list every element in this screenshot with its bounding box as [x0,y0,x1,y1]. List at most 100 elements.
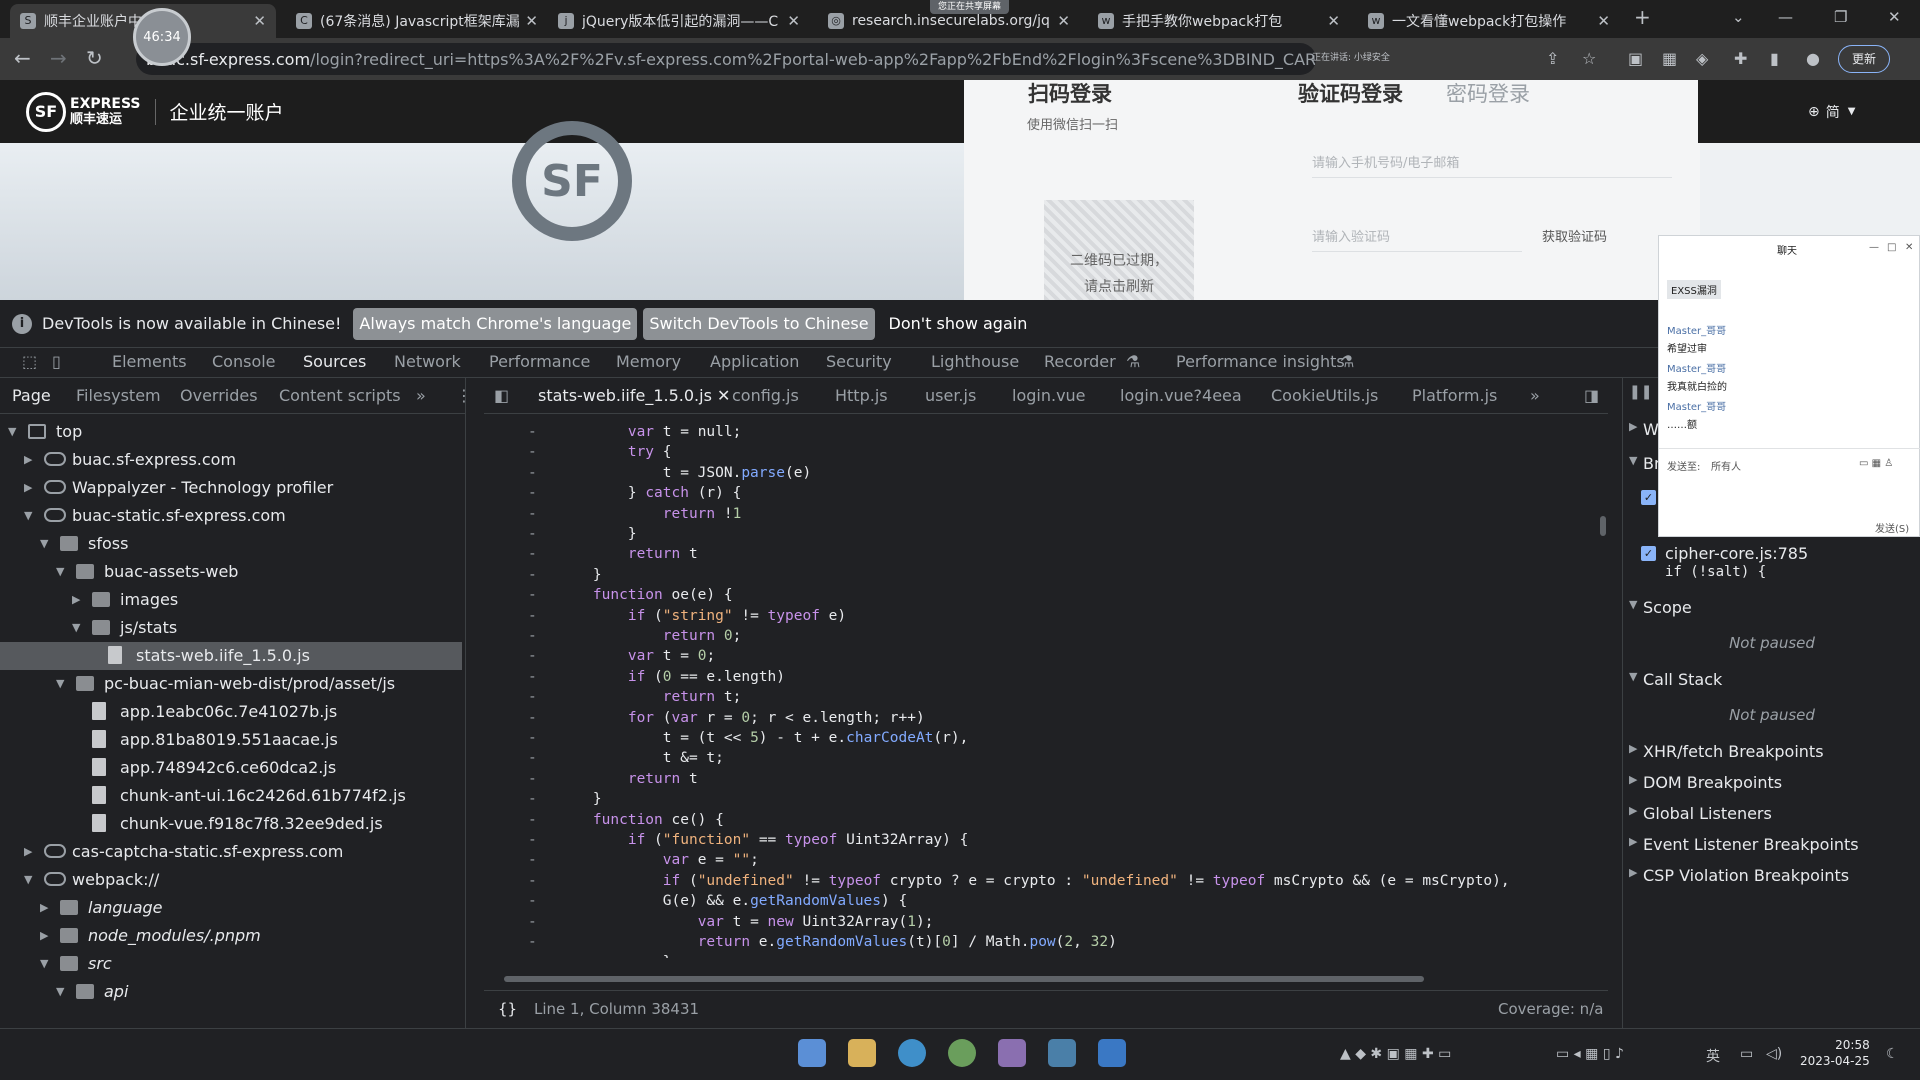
system-clock[interactable]: 20:58 2023-04-25 [1800,1037,1870,1069]
breakpoint-checkbox[interactable]: ✓ [1641,490,1656,505]
close-tab-icon[interactable]: ✕ [787,12,800,30]
restore-icon[interactable]: ❐ [1834,8,1847,26]
tab-recorder[interactable]: Recorder [1044,352,1116,371]
tab-lighthouse[interactable]: Lighthouse [931,352,1019,371]
coverage-gutter-marker[interactable]: - [528,687,537,707]
tree-folder-item[interactable]: ▼ js/stats [0,614,462,642]
app-icon[interactable] [998,1039,1026,1067]
editor-tab-cookieutils[interactable]: CookieUtils.js [1271,386,1378,405]
language-switch[interactable]: ⊕ 简 ▼ [1698,80,1920,143]
toggle-navigator-icon[interactable]: ◧ [494,386,509,405]
notification-icon[interactable]: ☾ [1886,1046,1899,1062]
pretty-print-button[interactable]: {} [498,1000,517,1018]
editor-tab-user[interactable]: user.js [925,386,976,405]
tab-performance[interactable]: Performance [489,352,590,371]
coverage-gutter-marker[interactable]: - [528,483,537,503]
scrollbar-thumb[interactable] [504,976,1424,982]
extension-icon[interactable]: ◈ [1696,49,1708,68]
close-window-icon[interactable]: ✕ [1888,8,1901,26]
tree-folder-item[interactable]: ▼ webpack:// [0,866,462,894]
chevron-right-icon[interactable]: ▶ [24,838,36,866]
extension-icon[interactable]: ▣ [1628,49,1643,68]
new-tab-button[interactable]: + [1634,5,1651,29]
sf-logo[interactable]: SF [26,91,66,132]
chevron-down-icon[interactable]: ▼ [24,502,36,530]
tab-jquery[interactable]: j jQuery版本低引起的漏洞——C ✕ [548,4,810,38]
more-tabs-icon[interactable]: » [1530,386,1540,405]
editor-tab-http[interactable]: Http.js [835,386,888,405]
coverage-gutter-marker[interactable]: - [528,891,537,911]
bookmark-star-icon[interactable]: ☆ [1582,49,1596,68]
coverage-gutter-marker[interactable]: - [528,769,537,789]
chat-tools-icon[interactable]: ▭ ▦ ♙ [1859,458,1893,469]
phone-input[interactable]: 请输入手机号码/电子邮箱 [1312,152,1672,178]
tree-folder-item[interactable]: ▶ Wappalyzer - Technology profiler [0,474,462,502]
tree-folder-item[interactable]: ▶ buac.sf-express.com [0,446,462,474]
tab-code-login[interactable]: 验证码登录 [1298,80,1403,108]
switch-to-chinese-button[interactable]: Switch DevTools to Chinese [643,307,875,340]
tree-file-item[interactable]: stats-web.iife_1.5.0.js [0,642,462,670]
share-icon[interactable]: ⇪ [1546,49,1559,68]
network-icon[interactable]: ▭ [1740,1046,1753,1062]
address-bar[interactable]: buac.sf-express.com/login?redirect_uri=h… [136,43,1316,75]
maximize-icon[interactable]: □ [1887,242,1896,253]
editor-tab-stats-web[interactable]: stats-web.iife_1.5.0.js ✕ [538,386,730,405]
reload-icon[interactable]: ↻ [86,46,103,70]
tab-application[interactable]: Application [710,352,799,371]
coverage-gutter-marker[interactable]: - [528,585,537,605]
scrollbar-thumb[interactable] [1600,516,1606,536]
editor-tab-config[interactable]: config.js [732,386,799,405]
chevron-right-icon[interactable]: ▶ [24,474,36,502]
tree-file-item[interactable]: chunk-ant-ui.16c2426d.61b774f2.js [0,782,462,810]
more-tabs-icon[interactable]: » [416,386,426,405]
coverage-gutter-marker[interactable]: - [528,422,537,442]
close-tab-icon[interactable]: ✕ [1597,12,1610,30]
app-icon[interactable] [1048,1039,1076,1067]
send-button[interactable]: 发送(S) [1875,520,1909,535]
tree-folder-item[interactable]: ▼ sfoss [0,530,462,558]
ime-indicator[interactable]: 英 [1706,1046,1720,1066]
tree-folder-item[interactable]: ▼ buac-assets-web [0,558,462,586]
tree-folder-item[interactable]: ▼ buac-static.sf-express.com [0,502,462,530]
coverage-gutter-marker[interactable]: - [528,667,537,687]
extension-icon[interactable]: ▦ [1662,49,1677,68]
tree-folder-item[interactable]: ▼ api [0,978,462,1006]
editor-tab-platform[interactable]: Platform.js [1412,386,1497,405]
nav-tab-content-scripts[interactable]: Content scripts [279,386,401,405]
tree-folder-item[interactable]: ▶ node_modules/.pnpm [0,922,462,950]
coverage-gutter-marker[interactable]: - [528,544,537,564]
coverage-gutter-marker[interactable]: - [528,810,537,830]
update-button[interactable]: 更新 [1838,45,1890,73]
get-code-button[interactable]: 获取验证码 [1542,226,1607,245]
close-tab-icon[interactable]: ✕ [253,12,266,30]
chevron-right-icon[interactable]: ▶ [24,446,36,474]
nav-tab-page[interactable]: Page [12,386,51,405]
tree-folder-item[interactable]: ▶ images [0,586,462,614]
edge-icon[interactable] [898,1039,926,1067]
tab-search-icon[interactable]: ⌄ [1732,8,1745,26]
tray-icon[interactable]: ▭ ◂ ▦ ▯ ♪ [1556,1046,1624,1062]
chevron-down-icon[interactable]: ▼ [8,418,20,446]
chevron-right-icon[interactable]: ▶ [72,586,84,614]
tree-file-item[interactable]: app.748942c6.ce60dca2.js [0,754,462,782]
chevron-down-icon[interactable]: ▼ [40,950,52,978]
profile-icon[interactable]: ● [1806,49,1820,68]
tree-folder-item[interactable]: ▶ cas-captcha-static.sf-express.com [0,838,462,866]
minimize-icon[interactable]: — [1869,242,1879,253]
back-icon[interactable]: ← [14,46,31,70]
code-view[interactable]: - var t = null; - try {- t = JSON.parse(e… [484,422,1596,958]
nav-tab-overrides[interactable]: Overrides [180,386,258,405]
tree-folder-item[interactable]: ▶ language [0,894,462,922]
minimize-icon[interactable]: — [1778,8,1793,26]
editor-tab-login-vue-4eea[interactable]: login.vue?4eea [1120,386,1242,405]
chevron-down-icon[interactable]: ▼ [24,866,36,894]
chrome-icon[interactable] [948,1039,976,1067]
tree-folder-item[interactable]: ▼ pc-buac-mian-web-dist/prod/asset/js [0,670,462,698]
close-icon[interactable]: ✕ [1905,242,1913,253]
inspect-element-icon[interactable]: ⬚ [22,352,37,371]
always-match-language-button[interactable]: Always match Chrome's language [353,307,638,340]
chevron-right-icon[interactable]: ▶ [40,922,52,950]
tab-console[interactable]: Console [212,352,276,371]
tree-file-item[interactable]: chunk-vue.f918c7f8.32ee9ded.js [0,810,462,838]
coverage-gutter-marker[interactable]: - [528,912,537,932]
